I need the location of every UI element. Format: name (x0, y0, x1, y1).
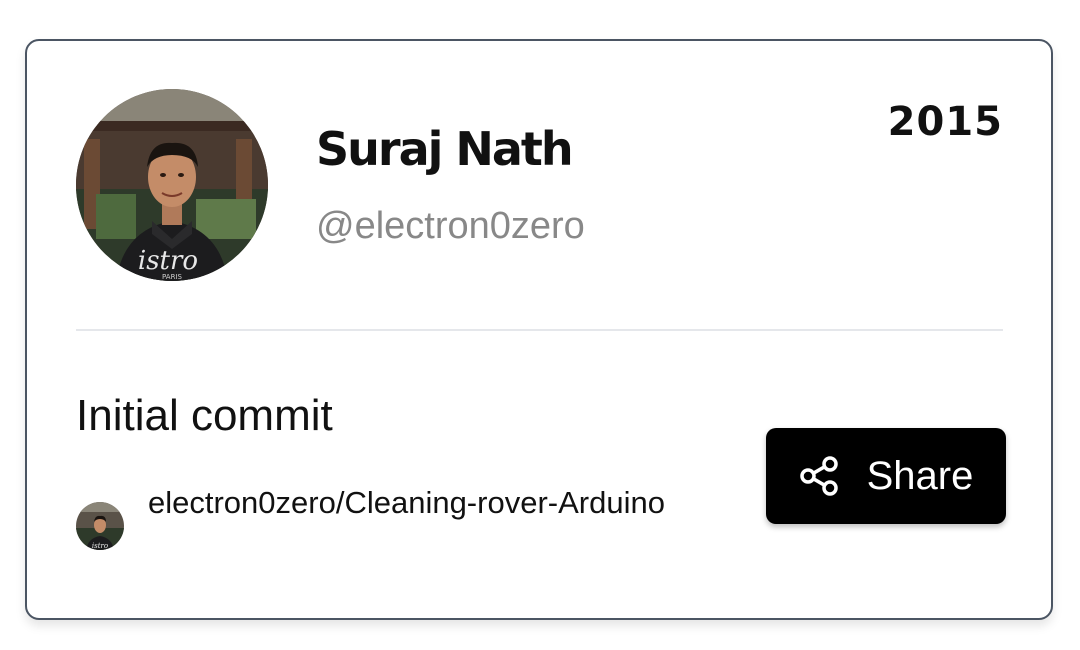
commit-card: istro PARIS Suraj Nath @electron0zero 20… (25, 39, 1053, 620)
avatar-photo-icon: istro PARIS (76, 89, 268, 281)
profile-handle[interactable]: @electron0zero (316, 203, 585, 249)
profile-name: Suraj Nath (316, 122, 574, 176)
share-icon (799, 455, 841, 497)
repo-owner-avatar: istro (76, 502, 124, 550)
commit-year: 2015 (887, 99, 1003, 145)
svg-text:istro: istro (92, 542, 108, 550)
share-button-label: Share (866, 454, 974, 498)
svg-text:istro: istro (138, 246, 198, 276)
avatar: istro PARIS (76, 89, 268, 281)
share-button[interactable]: Share (766, 428, 1006, 524)
avatar-photo-icon: istro (76, 502, 124, 550)
commit-message: Initial commit (76, 391, 333, 440)
repo-link[interactable]: electron0zero/Cleaning-rover-Arduino (148, 479, 668, 526)
divider (76, 329, 1003, 331)
svg-text:PARIS: PARIS (162, 273, 182, 281)
